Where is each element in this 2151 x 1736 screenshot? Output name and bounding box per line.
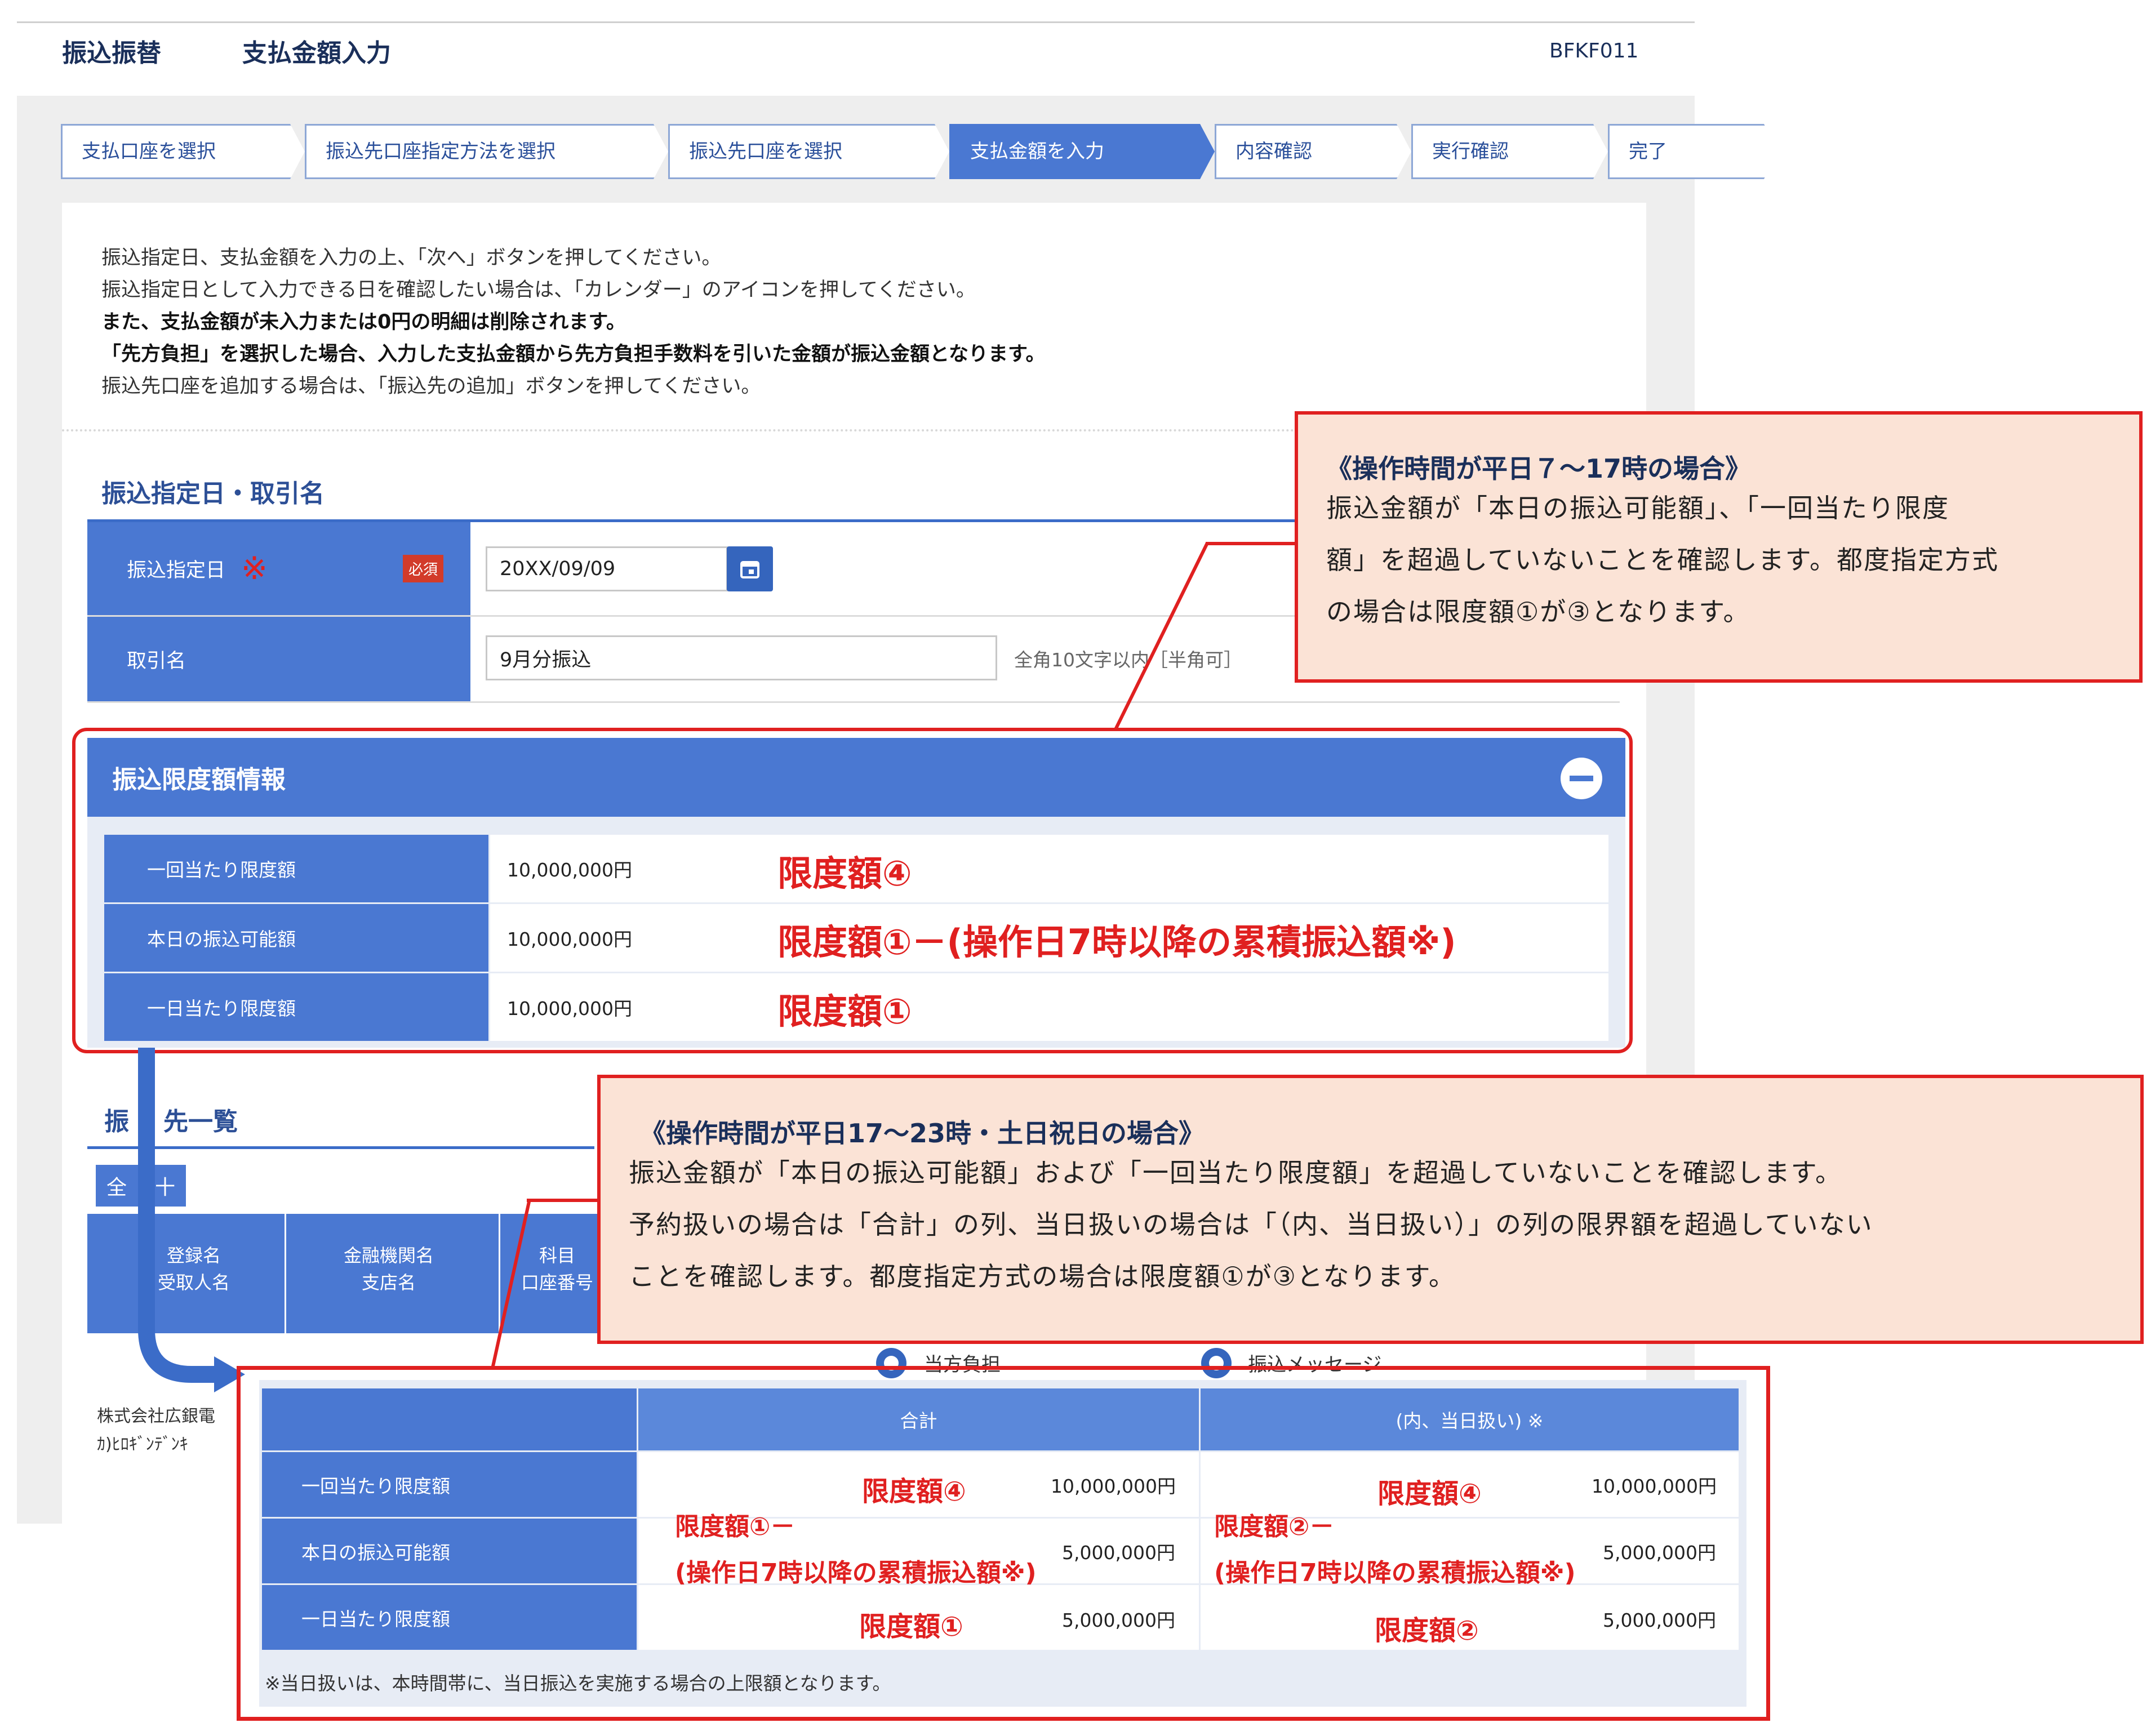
screen-id: BFKF011	[1549, 39, 1639, 63]
step-5: 内容確認	[1215, 124, 1411, 179]
transaction-name-input[interactable]: 9月分振込	[486, 635, 997, 680]
callout-line: 額」を超過していないことを確認します。都度指定方式	[1326, 545, 1999, 575]
callout-title: 《操作時間が平日７～17時の場合》	[1326, 453, 1752, 484]
instructions: 振込指定日、支払金額を入力の上、「次へ」ボタンを押してください。 振込指定日とし…	[101, 242, 1045, 403]
callout-night-holiday: 《操作時間が平日17～23時・土日祝日の場合》 振込金額が「本日の振込可能額」お…	[597, 1075, 2144, 1344]
page-title: 振込振替	[62, 39, 161, 68]
calendar-icon[interactable]	[727, 546, 773, 591]
note-mark: ※	[241, 550, 268, 587]
step-6: 実行確認	[1411, 124, 1608, 179]
callout-line: の場合は限度額①が③となります。	[1326, 597, 1750, 627]
highlight-frame	[72, 728, 1633, 1053]
callout-title: 《操作時間が平日17～23時・土日祝日の場合》	[640, 1118, 1205, 1149]
section-title-transfer: 振込指定日・取引名	[101, 479, 325, 508]
header-rule	[17, 21, 1695, 23]
flow-arrow-icon	[138, 1048, 245, 1392]
col-header-bank: 金融機関名 支店名	[344, 1242, 434, 1296]
payee-kana: ｶ)ﾋﾛｷﾞﾝﾃﾞﾝｷ	[97, 1435, 188, 1454]
date-label-cell: 振込指定日 ※ 必須	[87, 522, 470, 615]
callout-line: ことを確認します。都度指定方式の場合は限度額①が③となります。	[629, 1261, 1456, 1292]
required-badge: 必須	[402, 555, 443, 582]
step-1: 支払口座を選択	[61, 124, 305, 179]
callout-line: 振込金額が「本日の振込可能額」、「一回当たり限度	[1326, 493, 1949, 523]
col-header-line: 支店名	[362, 1272, 416, 1293]
callout-line: 振込金額が「本日の振込可能額」および「一回当たり限度額」を超過していないことを確…	[629, 1158, 1843, 1188]
callout-connector	[491, 1199, 531, 1369]
col-divider	[285, 1214, 286, 1333]
callout-body: 振込金額が「本日の振込可能額」、「一回当たり限度 額」を超過していないことを確認…	[1326, 482, 1999, 638]
page-subtitle: 支払金額入力	[242, 39, 391, 68]
row-divider	[87, 701, 1620, 703]
callout-connector	[1206, 542, 1296, 545]
callout-weekday: 《操作時間が平日７～17時の場合》 振込金額が「本日の振込可能額」、「一回当たり…	[1295, 411, 2143, 683]
callout-body: 振込金額が「本日の振込可能額」および「一回当たり限度額」を超過していないことを確…	[629, 1147, 1873, 1302]
step-7: 完了	[1608, 124, 1779, 179]
highlight-frame-table	[237, 1366, 1770, 1721]
callout-connector	[1114, 542, 1209, 731]
instruction-line-bold: また、支払金額が未入力または0円の明細は削除されます。	[101, 311, 626, 333]
instruction-line: 振込先口座を追加する場合は、「振込先の追加」ボタンを押してください。	[101, 375, 761, 398]
step-4-current: 支払金額を入力	[949, 124, 1215, 179]
transaction-name-label: 取引名	[87, 617, 470, 701]
instruction-line-bold: 「先方負担」を選択した場合、入力した支払金額から先方負担手数料を引いた金額が振込…	[101, 343, 1046, 366]
step-2: 振込先口座指定方法を選択	[305, 124, 668, 179]
date-label: 振込指定日	[127, 559, 226, 582]
instruction-line: 振込指定日として入力できる日を確認したい場合は、「カレンダー」のアイコンを押して…	[101, 279, 976, 301]
transfer-date-input[interactable]: 20XX/09/09	[486, 546, 728, 591]
step-3: 振込先口座を選択	[668, 124, 949, 179]
payee-name: 株式会社広銀電	[97, 1406, 215, 1426]
col-header-line: 金融機関名	[344, 1245, 434, 1266]
instruction-line: 振込指定日、支払金額を入力の上、「次へ」ボタンを押してください。	[101, 247, 722, 269]
callout-line: 予約扱いの場合は「合計」の列、当日扱いの場合は「（内、当日扱い）」の列の限界額を…	[629, 1209, 1873, 1240]
payee-row-name: 株式会社広銀電 ｶ)ﾋﾛｷﾞﾝﾃﾞﾝｷ	[97, 1403, 215, 1459]
step-indicator: 支払口座を選択 振込先口座指定方法を選択 振込先口座を選択 支払金額を入力 内容…	[61, 124, 1779, 176]
